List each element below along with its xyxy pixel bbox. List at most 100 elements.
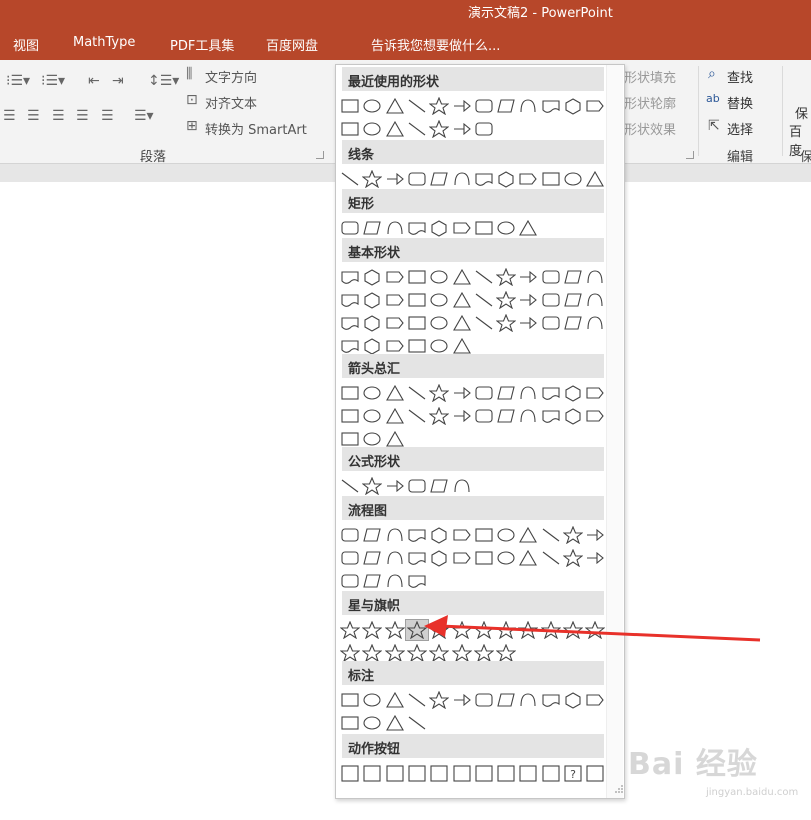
shape-button[interactable] xyxy=(361,406,383,426)
shape-button[interactable] xyxy=(451,476,473,496)
shape-fill-label[interactable]: 形状填充 xyxy=(624,67,676,86)
shape-button[interactable] xyxy=(540,406,562,426)
shape-button[interactable] xyxy=(428,119,450,139)
shape-button[interactable] xyxy=(584,763,606,783)
shape-button[interactable] xyxy=(339,429,361,449)
shape-button[interactable] xyxy=(451,690,473,710)
shape-button[interactable] xyxy=(451,313,473,333)
shape-button[interactable] xyxy=(562,548,584,568)
shape-button[interactable] xyxy=(361,383,383,403)
shape-button[interactable] xyxy=(384,96,406,116)
shape-button[interactable] xyxy=(473,620,495,640)
shape-button[interactable] xyxy=(517,267,539,287)
shape-button[interactable] xyxy=(517,169,539,189)
select-label[interactable]: 选择 xyxy=(727,119,753,138)
shape-button[interactable] xyxy=(428,169,450,189)
shape-button[interactable] xyxy=(517,620,539,640)
shape-button[interactable] xyxy=(339,218,361,238)
shape-button[interactable] xyxy=(517,525,539,545)
shape-button[interactable] xyxy=(562,313,584,333)
align-text-label[interactable]: 对齐文本 xyxy=(205,93,257,112)
shape-button[interactable] xyxy=(473,290,495,310)
numbering-icon[interactable]: ⁝☰▾ xyxy=(41,73,65,89)
shape-button[interactable] xyxy=(517,313,539,333)
shape-button[interactable] xyxy=(473,406,495,426)
shape-button[interactable] xyxy=(473,218,495,238)
shape-button[interactable] xyxy=(339,96,361,116)
shape-button[interactable] xyxy=(384,336,406,356)
shape-button[interactable] xyxy=(517,763,539,783)
shape-button[interactable] xyxy=(473,119,495,139)
shape-button[interactable] xyxy=(384,119,406,139)
tab-baidu-netdisk[interactable]: 百度网盘 xyxy=(266,35,318,54)
shape-button[interactable] xyxy=(339,290,361,310)
shape-button[interactable] xyxy=(406,476,428,496)
shape-button[interactable] xyxy=(406,763,428,783)
shape-button[interactable] xyxy=(406,119,428,139)
shape-button[interactable] xyxy=(473,169,495,189)
shape-button[interactable] xyxy=(428,313,450,333)
shape-button[interactable] xyxy=(584,548,606,568)
shape-button[interactable] xyxy=(384,525,406,545)
shape-button[interactable] xyxy=(361,476,383,496)
shape-button[interactable] xyxy=(473,548,495,568)
shape-button[interactable] xyxy=(517,218,539,238)
shape-button[interactable] xyxy=(339,336,361,356)
bullets-icon[interactable]: ⁝☰▾ xyxy=(6,73,30,89)
shape-button[interactable] xyxy=(384,169,406,189)
shape-button[interactable] xyxy=(384,267,406,287)
shape-button[interactable] xyxy=(451,406,473,426)
shape-button[interactable] xyxy=(339,763,361,783)
shape-button[interactable] xyxy=(361,548,383,568)
shape-button[interactable] xyxy=(361,643,383,663)
decrease-indent-icon[interactable]: ⇤ xyxy=(88,73,100,89)
text-direction-label[interactable]: 文字方向 xyxy=(205,67,257,86)
shape-button[interactable] xyxy=(384,690,406,710)
shape-button[interactable] xyxy=(517,548,539,568)
shape-button[interactable] xyxy=(562,690,584,710)
shape-button[interactable] xyxy=(562,406,584,426)
shape-button[interactable] xyxy=(495,169,517,189)
shape-button[interactable] xyxy=(517,96,539,116)
justify-icon[interactable]: ☰ xyxy=(76,108,89,124)
shape-button[interactable] xyxy=(428,476,450,496)
shape-button[interactable] xyxy=(406,571,428,591)
shape-button[interactable] xyxy=(495,267,517,287)
shape-button[interactable] xyxy=(495,383,517,403)
shape-button[interactable] xyxy=(406,169,428,189)
shape-button[interactable] xyxy=(406,96,428,116)
shape-button[interactable] xyxy=(451,290,473,310)
shape-button[interactable] xyxy=(473,313,495,333)
shape-button[interactable] xyxy=(473,525,495,545)
shape-button[interactable] xyxy=(428,267,450,287)
shape-button[interactable] xyxy=(361,169,383,189)
shape-button[interactable] xyxy=(384,429,406,449)
shape-button[interactable] xyxy=(540,763,562,783)
shape-button[interactable] xyxy=(339,119,361,139)
shape-button[interactable] xyxy=(495,763,517,783)
shape-button[interactable] xyxy=(406,218,428,238)
shape-button[interactable] xyxy=(339,548,361,568)
shape-button[interactable] xyxy=(473,267,495,287)
shape-button[interactable] xyxy=(540,313,562,333)
shape-button[interactable] xyxy=(384,620,406,640)
shape-button[interactable] xyxy=(584,406,606,426)
shape-outline-label[interactable]: 形状轮廓 xyxy=(624,93,676,112)
shape-button[interactable] xyxy=(562,383,584,403)
shape-button[interactable] xyxy=(339,525,361,545)
shape-button[interactable] xyxy=(562,290,584,310)
save-label-cut[interactable]: 保 xyxy=(795,103,808,122)
shape-button[interactable] xyxy=(361,571,383,591)
shape-button[interactable] xyxy=(384,476,406,496)
shape-button[interactable] xyxy=(495,643,517,663)
shape-button[interactable] xyxy=(406,406,428,426)
shape-button[interactable] xyxy=(562,525,584,545)
shape-button[interactable] xyxy=(517,406,539,426)
shape-button[interactable] xyxy=(384,763,406,783)
shape-button[interactable] xyxy=(339,476,361,496)
shape-button[interactable] xyxy=(451,643,473,663)
shape-button[interactable] xyxy=(451,336,473,356)
shape-button[interactable] xyxy=(428,336,450,356)
shape-button[interactable] xyxy=(562,267,584,287)
shape-button[interactable] xyxy=(339,620,361,640)
